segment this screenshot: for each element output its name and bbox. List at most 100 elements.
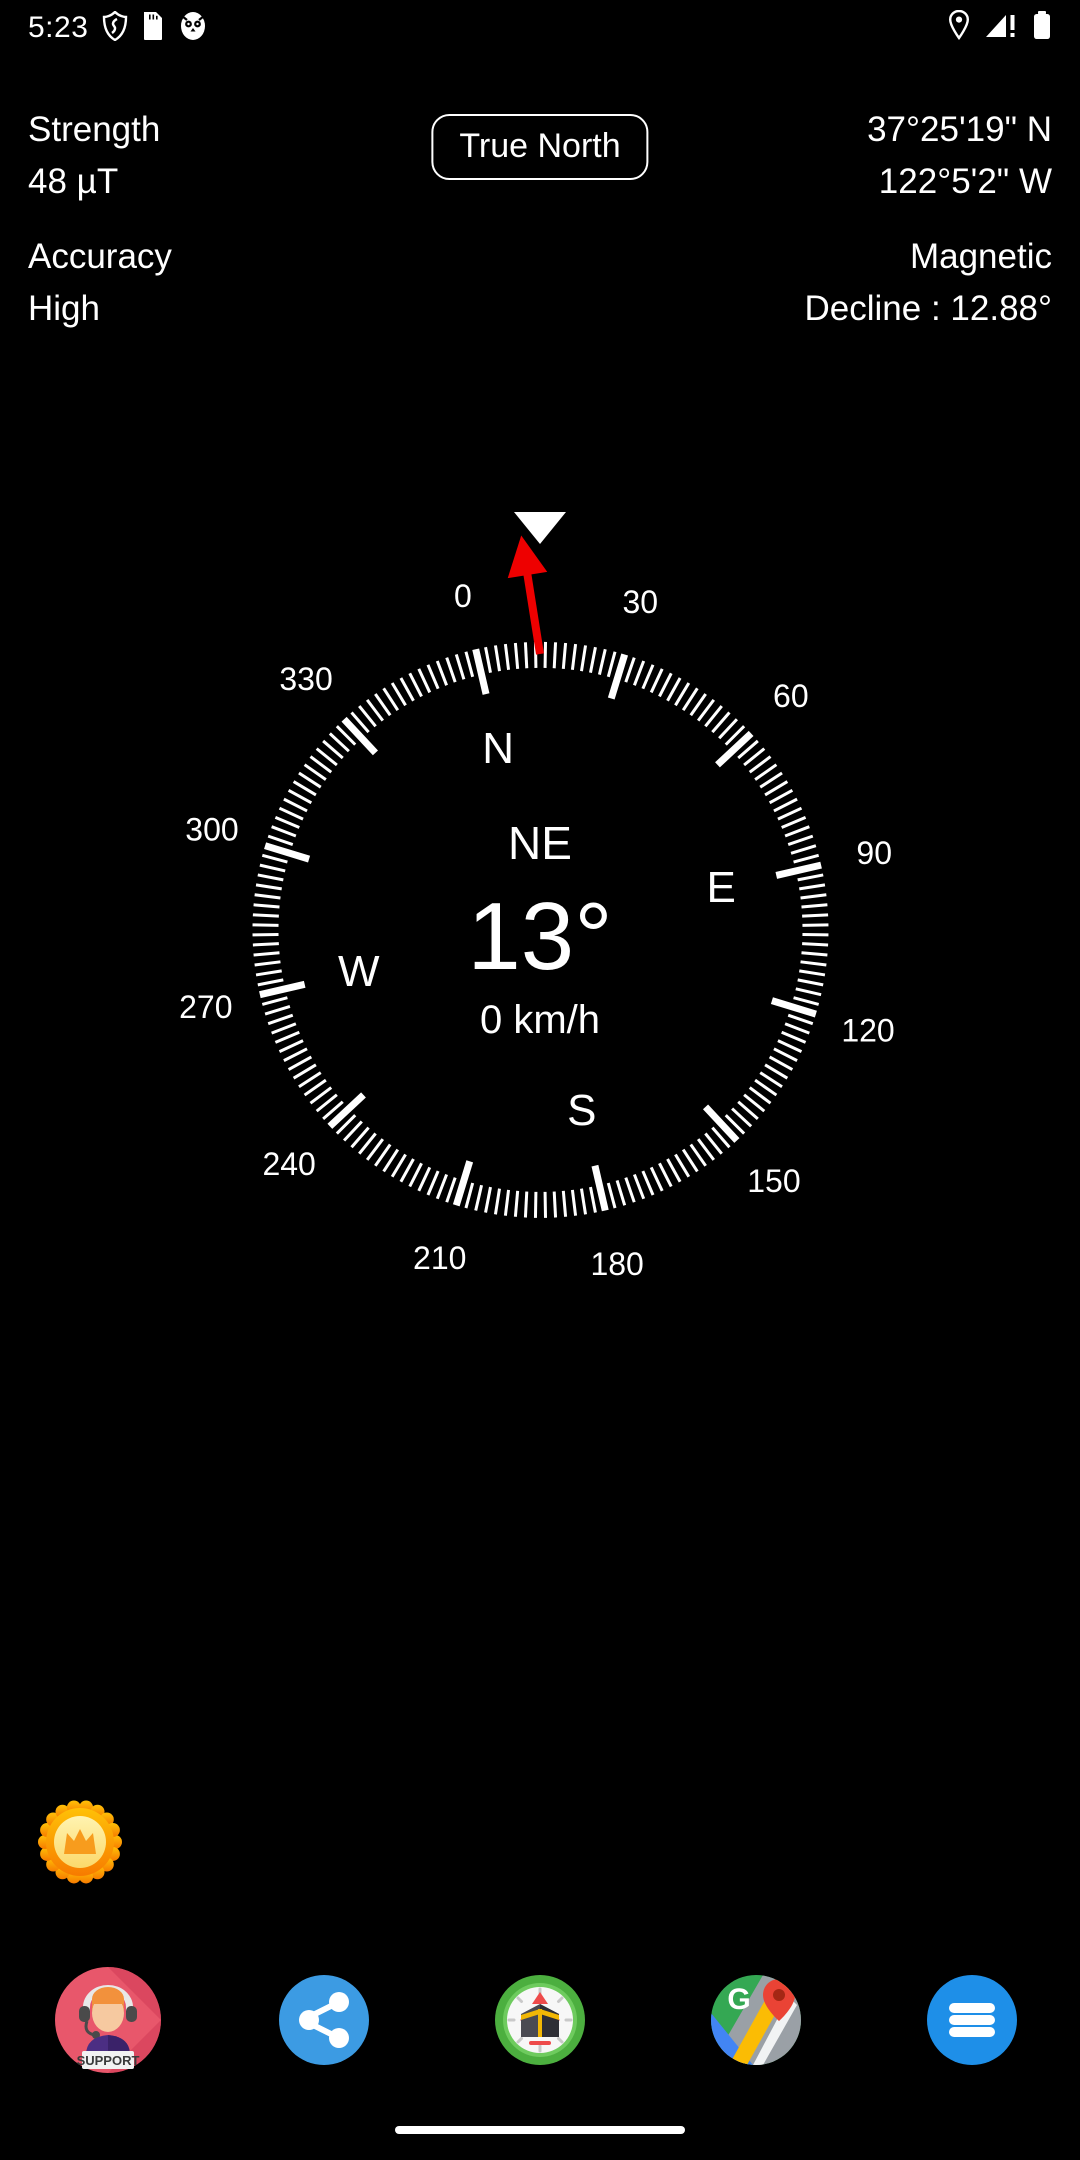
tick-minor — [801, 913, 828, 918]
header-info: Strength 48 µT 37°25'19" N 122°5'2" W Ac… — [0, 56, 1080, 328]
tick-minor — [513, 1190, 519, 1218]
north-mode-toggle-button[interactable]: True North — [431, 114, 649, 180]
tick-minor — [503, 1189, 510, 1217]
tick-minor — [579, 1188, 587, 1215]
tick-minor — [796, 873, 823, 882]
tick-minor — [513, 642, 519, 670]
tick-minor — [252, 913, 279, 918]
cardinal-N: N — [482, 723, 515, 773]
tick-minor — [800, 903, 828, 909]
status-bar-right — [948, 9, 1052, 45]
tick-minor — [255, 969, 282, 977]
tick-minor — [252, 933, 279, 937]
accuracy-value: High — [28, 289, 100, 328]
owl-app-icon — [178, 11, 208, 46]
shield-icon — [102, 9, 128, 46]
tick-minor — [533, 1191, 537, 1218]
tick-minor — [252, 923, 279, 927]
tick-minor — [473, 1184, 483, 1211]
tick-minor — [523, 1191, 528, 1218]
status-bar-clock: 5:23 — [28, 11, 89, 44]
svg-text:G: G — [727, 1983, 750, 2016]
tick-minor — [588, 1186, 597, 1213]
heading-direction: NE — [508, 817, 572, 869]
tick-minor — [503, 643, 510, 671]
compass-dial[interactable]: 0 30 60 90 120 150 180 210 240 270 300 330 NESW NE … — [160, 532, 920, 1310]
tick-minor — [615, 1180, 626, 1206]
field-strength: Strength 48 µT — [28, 104, 160, 208]
tick-minor — [800, 951, 828, 957]
accuracy-label: Accuracy — [28, 237, 172, 276]
nav-item-qibla[interactable] — [432, 1960, 648, 2080]
tick-minor — [579, 645, 587, 672]
tick-minor — [606, 1182, 616, 1209]
tick-minor — [252, 951, 280, 957]
location-pin-icon — [948, 9, 970, 45]
tick-minor — [454, 654, 465, 680]
support-label: SUPPORT — [77, 2053, 140, 2068]
tick-minor — [253, 960, 281, 967]
heading-degrees: 13° — [467, 883, 613, 990]
tick-minor — [493, 645, 501, 672]
google-maps-button[interactable]: G — [701, 1965, 811, 2075]
speed-value: 0 km/h — [479, 998, 601, 1042]
coordinates: 37°25'19" N 122°5'2" W — [867, 104, 1052, 208]
tick-minor — [801, 942, 828, 947]
tick-minor — [252, 942, 279, 947]
nav-item-maps[interactable]: G — [648, 1960, 864, 2080]
magnetic-declination: Magnetic Decline : 12.88° — [805, 231, 1052, 335]
tick-minor — [255, 883, 282, 891]
tick-minor — [623, 1177, 636, 1203]
tick-minor — [444, 657, 457, 683]
sd-card-icon — [142, 11, 164, 46]
latitude-value: 37°25'19" N — [867, 110, 1052, 149]
tick-minor — [561, 642, 567, 670]
tick-minor — [552, 642, 557, 669]
support-button[interactable]: SUPPORT — [53, 1965, 163, 2075]
tick-minor — [561, 1190, 567, 1218]
nav-item-menu[interactable] — [864, 1960, 1080, 2080]
magnetic-label: Magnetic — [909, 237, 1052, 276]
cardinal-S: S — [567, 1086, 597, 1136]
tick-minor — [435, 1174, 448, 1200]
tick-minor — [597, 649, 607, 676]
cell-signal-warning-icon — [984, 10, 1018, 45]
declination-value: Decline : 12.88° — [804, 289, 1052, 328]
accuracy: Accuracy High — [28, 231, 172, 335]
tick-minor — [483, 1186, 492, 1213]
share-button[interactable] — [269, 1965, 379, 2075]
status-bar: 5:23 — [0, 0, 1080, 56]
home-indicator[interactable] — [395, 2126, 685, 2134]
tick-minor — [801, 933, 828, 937]
qibla-compass-button[interactable] — [485, 1965, 595, 2075]
tick-minor — [570, 643, 577, 671]
status-bar-left: 5:23 — [28, 8, 208, 48]
tick-minor — [523, 642, 528, 669]
tick-minor — [801, 923, 828, 927]
hamburger-icon — [949, 2003, 995, 2037]
tick-minor — [483, 647, 492, 674]
nav-item-share[interactable] — [216, 1960, 432, 2080]
tick-minor — [253, 893, 281, 900]
tick-minor — [798, 969, 825, 977]
tick-minor — [588, 647, 597, 674]
nav-item-support[interactable]: SUPPORT — [0, 1960, 216, 2080]
tick-minor — [493, 1188, 501, 1215]
premium-crown-badge[interactable] — [38, 1800, 122, 1884]
tick-minor — [543, 1191, 547, 1218]
tick-minor — [632, 1174, 645, 1200]
menu-button[interactable] — [917, 1965, 1027, 2075]
strength-label: Strength — [28, 110, 161, 149]
tick-minor — [543, 642, 547, 669]
strength-value: 48 µT — [28, 162, 119, 201]
battery-icon — [1032, 10, 1052, 45]
bottom-navigation-bar: SUPPORT G — [0, 1960, 1080, 2080]
compass-area: 0 30 60 90 120 150 180 210 240 270 300 330 NESW NE … — [0, 330, 1080, 1280]
tick-minor — [796, 978, 823, 987]
tick-minor — [570, 1189, 577, 1217]
compass-app-screen: 5:23 Strength 48 µT 37°25'19" N 122°5'2"… — [0, 0, 1080, 2160]
tick-minor — [552, 1191, 557, 1218]
heading-readout: NE 13° 0 km/h — [280, 815, 800, 1045]
tick-minor — [799, 960, 827, 967]
tick-minor — [252, 903, 280, 909]
